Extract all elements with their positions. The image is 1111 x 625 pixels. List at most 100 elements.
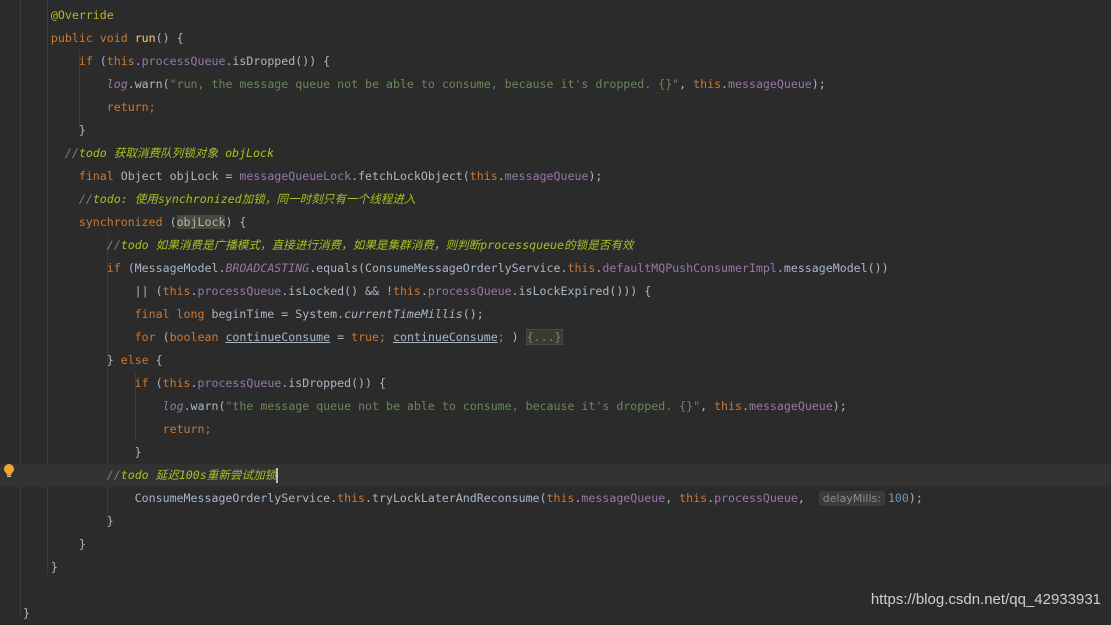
code-token: this xyxy=(162,284,191,298)
code-token: ( xyxy=(169,215,177,229)
code-token: = xyxy=(330,330,352,344)
code-line[interactable]: if (this.processQueue.isDropped()) { xyxy=(23,372,1111,395)
code-token: } xyxy=(23,560,58,574)
code-line[interactable]: @Override xyxy=(23,4,1111,27)
code-line[interactable]: if (MessageModel.BROADCASTING.equals(Con… xyxy=(23,257,1111,280)
code-token: return; xyxy=(23,422,212,436)
code-token: todo: 使用synchronized加锁，同一时刻只有一个线程进入 xyxy=(92,192,416,206)
code-token: ) xyxy=(504,330,526,344)
code-token: this xyxy=(567,261,596,275)
code-token: . xyxy=(134,54,142,68)
code-token: if xyxy=(23,54,100,68)
code-line[interactable]: } xyxy=(23,510,1111,533)
code-token: .isLocked() && ! xyxy=(281,284,393,298)
code-token: processQueue xyxy=(714,491,798,505)
code-token: { xyxy=(155,353,163,367)
code-token: . xyxy=(420,284,428,298)
code-token: this xyxy=(469,169,498,183)
code-token: BROADCASTING xyxy=(225,261,310,275)
code-token: , xyxy=(797,491,819,505)
code-token: ); xyxy=(908,491,923,505)
code-token: ( xyxy=(99,54,107,68)
code-token: .fetchLockObject( xyxy=(351,169,470,183)
code-token: processQueue xyxy=(197,376,282,390)
code-token: 100 xyxy=(887,491,909,505)
code-line[interactable]: final Object objLock = messageQueueLock.… xyxy=(23,165,1111,188)
code-token: messageQueue xyxy=(728,77,812,91)
code-token: return; xyxy=(23,100,156,114)
text-caret xyxy=(276,468,279,483)
code-token: defaultMQPushConsumerImpl xyxy=(602,261,777,275)
code-token: ) { xyxy=(225,215,247,229)
code-token: (); xyxy=(462,307,484,321)
code-token: // xyxy=(23,468,121,482)
code-token: .equals(ConsumeMessageOrderlyService. xyxy=(309,261,568,275)
code-token: final long xyxy=(23,307,212,321)
code-token: todo 延迟100s重新尝试加锁 xyxy=(120,468,277,482)
code-token: ); xyxy=(811,77,826,91)
code-token: synchronized xyxy=(23,215,170,229)
code-token: this xyxy=(392,284,421,298)
code-token: objLock xyxy=(176,215,226,229)
code-token: continueConsume xyxy=(392,330,498,344)
code-token: // xyxy=(23,192,93,206)
code-token: , xyxy=(679,77,694,91)
code-token: , xyxy=(700,399,715,413)
code-token: for xyxy=(23,330,163,344)
code-line[interactable]: public void run() { xyxy=(23,27,1111,50)
code-token: log xyxy=(106,77,128,91)
code-line[interactable]: } xyxy=(23,533,1111,556)
code-line[interactable]: //todo 延迟100s重新尝试加锁 xyxy=(0,464,1111,487)
lightbulb-icon[interactable] xyxy=(3,463,15,479)
code-token: .isLockExpired())) { xyxy=(511,284,652,298)
code-token: messageQueueLock xyxy=(239,169,352,183)
code-token: .tryLockLaterAndReconsume( xyxy=(365,491,547,505)
code-line[interactable]: for (boolean continueConsume = true; con… xyxy=(23,326,1111,349)
code-token: messageQueue xyxy=(748,399,833,413)
code-line[interactable]: } else { xyxy=(23,349,1111,372)
code-token: || ( xyxy=(23,284,163,298)
code-token: "the message queue not be able to consum… xyxy=(225,399,701,413)
code-token: ( xyxy=(162,330,170,344)
code-token: log xyxy=(162,399,184,413)
code-token: todo 如果消费是广播模式，直接进行消费，如果是集群消费，则判断process… xyxy=(120,238,634,252)
code-line[interactable]: ConsumeMessageOrderlyService.this.tryLoc… xyxy=(23,487,1111,510)
code-line[interactable]: } xyxy=(23,119,1111,142)
code-token: .isDropped()) { xyxy=(281,376,386,390)
code-line[interactable]: final long beginTime = System.currentTim… xyxy=(23,303,1111,326)
code-token: final xyxy=(23,169,121,183)
code-line[interactable]: //todo: 使用synchronized加锁，同一时刻只有一个线程进入 xyxy=(23,188,1111,211)
code-editor[interactable]: @Override public void run() { if (this.p… xyxy=(0,4,1111,625)
code-token: ); xyxy=(832,399,847,413)
code-line[interactable]: synchronized (objLock) { xyxy=(23,211,1111,234)
code-line[interactable]: } xyxy=(23,441,1111,464)
code-token: processQueue xyxy=(427,284,512,298)
folded-code-block[interactable]: {...} xyxy=(525,329,563,345)
code-line[interactable]: || (this.processQueue.isLocked() && !thi… xyxy=(23,280,1111,303)
code-token: @Override xyxy=(23,8,114,22)
code-line[interactable]: if (this.processQueue.isDropped()) { xyxy=(23,50,1111,73)
code-token: this xyxy=(693,77,722,91)
code-token: () { xyxy=(155,31,184,45)
code-line[interactable]: log.warn("the message queue not be able … xyxy=(23,395,1111,418)
code-token: messageQueue xyxy=(581,491,666,505)
code-line[interactable]: return; xyxy=(23,96,1111,119)
code-token: ); xyxy=(588,169,603,183)
code-line[interactable]: log.warn("run, the message queue not be … xyxy=(23,73,1111,96)
code-line[interactable]: //todo 获取消费队列锁对象 objLock xyxy=(23,142,1111,165)
code-token: boolean xyxy=(169,330,226,344)
code-token: } xyxy=(23,537,86,551)
indent-guide xyxy=(20,0,21,618)
code-token: true; xyxy=(351,330,393,344)
code-token: if xyxy=(23,376,156,390)
code-line[interactable]: return; xyxy=(23,418,1111,441)
code-line[interactable]: } xyxy=(23,556,1111,579)
watermark: https://blog.csdn.net/qq_42933931 xyxy=(870,591,1101,608)
code-line[interactable]: //todo 如果消费是广播模式，直接进行消费，如果是集群消费，则判断proce… xyxy=(23,234,1111,257)
code-token: . xyxy=(190,376,198,390)
code-token: . xyxy=(721,77,729,91)
code-token: processQueue xyxy=(141,54,226,68)
code-token: messageQueue xyxy=(504,169,589,183)
code-token: todo 获取消费队列锁对象 objLock xyxy=(78,146,274,160)
